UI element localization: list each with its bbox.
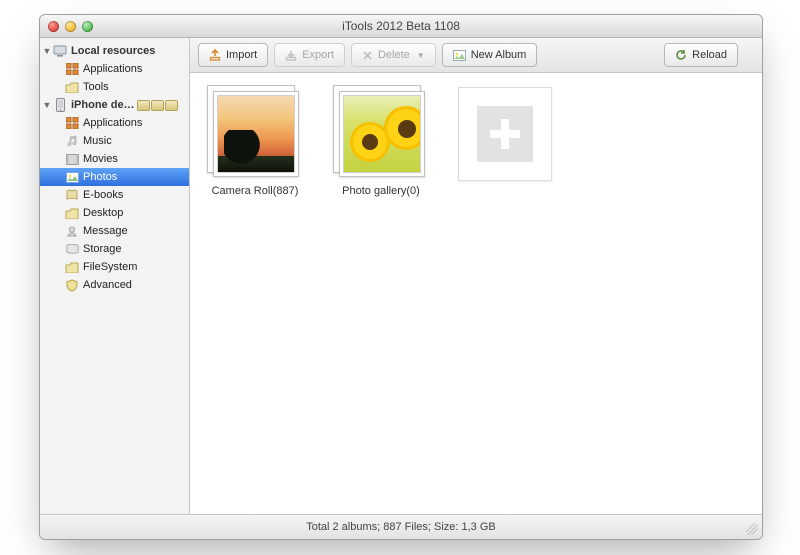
app-window: iTools 2012 Beta 1108 ▼ Local resources … bbox=[39, 14, 763, 540]
reload-icon bbox=[675, 49, 687, 61]
minimize-window-button[interactable] bbox=[65, 21, 76, 32]
add-album-tile[interactable] bbox=[458, 87, 556, 197]
sidebar-item-label: Storage bbox=[83, 243, 122, 255]
desktop-icon bbox=[64, 206, 80, 220]
sidebar-item-storage[interactable]: Storage bbox=[40, 240, 189, 258]
sidebar-item-local-applications[interactable]: Applications bbox=[40, 60, 189, 78]
delete-button[interactable]: Delete ▼ bbox=[351, 43, 436, 67]
sidebar-item-filesystem[interactable]: FileSystem bbox=[40, 258, 189, 276]
apps-icon bbox=[64, 116, 80, 130]
photos-icon bbox=[64, 170, 80, 184]
toolbar-button-label: Export bbox=[302, 49, 334, 61]
album-label: Camera Roll(887) bbox=[206, 185, 304, 197]
toolbar: Import Export Delete ▼ bbox=[190, 38, 762, 73]
sidebar-item-label: E-books bbox=[83, 189, 123, 201]
sidebar-item-music[interactable]: Music bbox=[40, 132, 189, 150]
disclosure-triangle-icon[interactable]: ▼ bbox=[42, 100, 52, 110]
disclosure-triangle-icon[interactable]: ▼ bbox=[42, 46, 52, 56]
advanced-icon bbox=[64, 278, 80, 292]
sidebar-item-label: Desktop bbox=[83, 207, 123, 219]
album-thumbnail-image bbox=[217, 95, 295, 173]
folder-icon bbox=[64, 80, 80, 94]
window-controls bbox=[48, 21, 93, 32]
badge-icon bbox=[151, 100, 164, 111]
sidebar-item-label: Photos bbox=[83, 171, 117, 183]
plus-icon bbox=[477, 106, 533, 162]
badge-icon bbox=[165, 100, 178, 111]
sidebar-item-label: Advanced bbox=[83, 279, 132, 291]
status-bar: Total 2 albums; 887 Files; Size: 1,3 GB bbox=[40, 514, 762, 539]
album-camera-roll[interactable]: Camera Roll(887) bbox=[206, 87, 304, 197]
sidebar: ▼ Local resources Applications bbox=[40, 38, 190, 514]
album-thumbnail bbox=[335, 87, 427, 179]
filesystem-icon bbox=[64, 260, 80, 274]
delete-icon bbox=[362, 50, 373, 61]
titlebar: iTools 2012 Beta 1108 bbox=[40, 15, 762, 38]
toolbar-button-label: Import bbox=[226, 49, 257, 61]
chevron-down-icon: ▼ bbox=[417, 51, 425, 60]
message-icon bbox=[64, 224, 80, 238]
sidebar-item-label: Applications bbox=[83, 117, 142, 129]
computer-icon bbox=[52, 44, 68, 58]
export-button[interactable]: Export bbox=[274, 43, 345, 67]
albums-pane: Camera Roll(887) bbox=[190, 73, 762, 514]
sidebar-item-label: Tools bbox=[83, 81, 109, 93]
sidebar-section-label: iPhone de… bbox=[71, 99, 135, 111]
toolbar-button-label: New Album bbox=[471, 49, 527, 61]
iphone-icon bbox=[52, 98, 68, 112]
music-icon bbox=[64, 134, 80, 148]
sidebar-item-label: Applications bbox=[83, 63, 142, 75]
sidebar-item-photos[interactable]: Photos bbox=[40, 168, 189, 186]
sidebar-section-iphone[interactable]: ▼ iPhone de… bbox=[40, 96, 189, 114]
sidebar-item-label: Message bbox=[83, 225, 128, 237]
album-label: Photo gallery(0) bbox=[332, 185, 430, 197]
sidebar-item-label: Movies bbox=[83, 153, 118, 165]
sidebar-item-label: Music bbox=[83, 135, 112, 147]
sidebar-item-movies[interactable]: Movies bbox=[40, 150, 189, 168]
add-album-placeholder[interactable] bbox=[458, 87, 552, 181]
apps-icon bbox=[64, 62, 80, 76]
ebooks-icon bbox=[64, 188, 80, 202]
device-badges bbox=[137, 100, 178, 111]
toolbar-button-label: Reload bbox=[692, 49, 727, 61]
import-icon bbox=[209, 49, 221, 61]
album-photo-gallery[interactable]: Photo gallery(0) bbox=[332, 87, 430, 197]
badge-icon bbox=[137, 100, 150, 111]
storage-icon bbox=[64, 242, 80, 256]
sidebar-item-applications[interactable]: Applications bbox=[40, 114, 189, 132]
new-album-icon bbox=[453, 50, 466, 61]
resize-grip[interactable] bbox=[746, 523, 758, 535]
zoom-window-button[interactable] bbox=[82, 21, 93, 32]
export-icon bbox=[285, 49, 297, 61]
album-thumbnail bbox=[209, 87, 301, 179]
movies-icon bbox=[64, 152, 80, 166]
reload-button[interactable]: Reload bbox=[664, 43, 738, 67]
status-text: Total 2 albums; 887 Files; Size: 1,3 GB bbox=[306, 521, 496, 533]
window-title: iTools 2012 Beta 1108 bbox=[40, 19, 762, 33]
import-button[interactable]: Import bbox=[198, 43, 268, 67]
album-thumbnail-image bbox=[343, 95, 421, 173]
toolbar-button-label: Delete bbox=[378, 49, 410, 61]
sidebar-section-local[interactable]: ▼ Local resources bbox=[40, 42, 189, 60]
sidebar-item-local-tools[interactable]: Tools bbox=[40, 78, 189, 96]
sidebar-item-ebooks[interactable]: E-books bbox=[40, 186, 189, 204]
main-content: Import Export Delete ▼ bbox=[190, 38, 762, 514]
sidebar-item-label: FileSystem bbox=[83, 261, 137, 273]
sidebar-item-advanced[interactable]: Advanced bbox=[40, 276, 189, 294]
close-window-button[interactable] bbox=[48, 21, 59, 32]
sidebar-section-label: Local resources bbox=[71, 45, 155, 57]
new-album-button[interactable]: New Album bbox=[442, 43, 538, 67]
sidebar-item-message[interactable]: Message bbox=[40, 222, 189, 240]
sidebar-item-desktop[interactable]: Desktop bbox=[40, 204, 189, 222]
